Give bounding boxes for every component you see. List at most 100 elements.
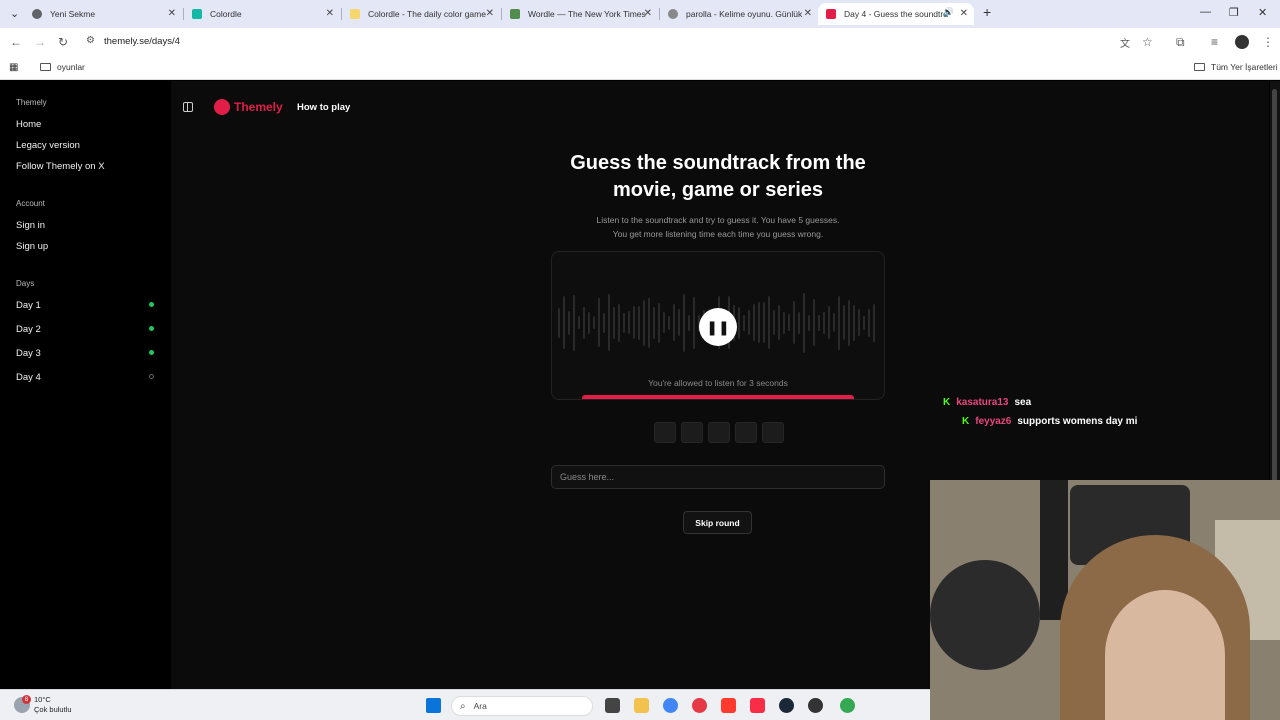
chat-text: sea: [1014, 397, 1032, 408]
new-tab-button[interactable]: +: [983, 4, 991, 20]
close-window-icon[interactable]: ✕: [1258, 6, 1267, 19]
back-arrow-icon[interactable]: ←: [10, 35, 22, 49]
colordle-favicon-icon: [192, 9, 202, 19]
close-tab-icon[interactable]: ✕: [486, 8, 494, 19]
sidebar-item-legacy-version[interactable]: Legacy version: [16, 140, 80, 151]
guess-slot: [681, 422, 703, 443]
colordle-daily-favicon-icon: [350, 9, 360, 19]
guess-slot: [735, 422, 757, 443]
sidebar-item-sign-up[interactable]: Sign up: [16, 241, 48, 252]
how-to-play-link[interactable]: How to play: [297, 102, 350, 113]
waveform-bar: [563, 296, 565, 349]
waveform-bar: [603, 312, 605, 333]
waveform-bar: [598, 298, 600, 347]
bookmark-folder-oyunlar[interactable]: oyunlar: [40, 62, 85, 72]
waveform-bar: [818, 314, 820, 331]
sidebar-item-day-2[interactable]: Day 2: [16, 324, 41, 335]
guess-input[interactable]: [551, 465, 885, 489]
steam-icon[interactable]: [779, 698, 794, 713]
day-complete-dot: [149, 326, 154, 331]
file-explorer-icon[interactable]: [634, 698, 649, 713]
sidebar-item-sign-in[interactable]: Sign in: [16, 220, 45, 231]
themely-logo[interactable]: Themely: [214, 99, 283, 115]
tab-colordle-daily[interactable]: Colordle - The daily color game ✕: [342, 3, 500, 25]
chrome-active-icon[interactable]: [840, 698, 855, 713]
close-tab-icon[interactable]: ✕: [326, 8, 334, 19]
all-bookmarks-button[interactable]: Tüm Yer İşaretleri: [1194, 62, 1278, 72]
waveform-bar: [683, 293, 685, 352]
day-complete-dot: [149, 302, 154, 307]
url-field[interactable]: themely.se/days/4: [104, 36, 180, 47]
profile-avatar[interactable]: [1235, 35, 1249, 49]
waveform-bar: [763, 302, 765, 343]
tab-themely-day-4[interactable]: Day 4 - Guess the soundtra 🔊 ✕: [818, 3, 974, 25]
menu-kebab-icon[interactable]: ⋮: [1262, 35, 1274, 49]
audio-playing-icon[interactable]: 🔊: [943, 7, 954, 18]
waveform-bar: [793, 301, 795, 344]
game-description: Listen to the soundtrack and try to gues…: [560, 214, 876, 241]
cloud-icon: 8: [14, 695, 31, 713]
sidebar-item-home[interactable]: Home: [16, 119, 41, 130]
sidebar-item-day-1[interactable]: Day 1: [16, 300, 41, 311]
day-complete-dot: [149, 350, 154, 355]
weather-widget[interactable]: 8 10°C Çok bulutlu: [14, 695, 72, 715]
sidebar-item-day-3[interactable]: Day 3: [16, 348, 41, 359]
tab-yeni-sekme[interactable]: Yeni Sekme ✕: [24, 3, 182, 25]
task-view-icon[interactable]: [605, 698, 620, 713]
waveform-bar: [843, 305, 845, 340]
translate-icon[interactable]: 文: [1120, 35, 1130, 50]
forward-arrow-icon[interactable]: →: [34, 35, 46, 49]
close-tab-icon[interactable]: ✕: [644, 8, 652, 19]
extensions-icon[interactable]: ⧉: [1176, 35, 1185, 50]
waveform-bar: [873, 303, 875, 342]
waveform-bar: [668, 315, 670, 330]
restore-window-icon[interactable]: ❐: [1229, 6, 1239, 19]
close-tab-icon[interactable]: ✕: [168, 8, 176, 19]
apps-grid-icon[interactable]: ▦: [9, 62, 18, 73]
waveform-bar: [813, 299, 815, 346]
tab-media-icon[interactable]: ≡: [1211, 35, 1218, 49]
guess-slot: [708, 422, 730, 443]
bookmark-label: Tüm Yer İşaretleri: [1211, 62, 1278, 72]
skip-round-button[interactable]: Skip round: [683, 511, 752, 534]
close-tab-icon[interactable]: ✕: [804, 8, 812, 19]
tab-parolla[interactable]: parolla - Kelime oyunu. Günlük ✕: [660, 3, 818, 25]
webcam-door: [1040, 480, 1068, 620]
close-tab-icon[interactable]: ✕: [960, 8, 968, 19]
bookmark-star-icon[interactable]: ☆: [1142, 35, 1153, 49]
taskbar-search[interactable]: ⌕ Ara: [451, 696, 593, 716]
reload-icon[interactable]: ↻: [58, 35, 68, 49]
waveform-bar: [773, 310, 775, 335]
waveform-bar: [868, 308, 870, 337]
waveform-bar: [608, 294, 610, 351]
sidebar-item-follow-on-x[interactable]: Follow Themely on X: [16, 161, 105, 172]
app-red-icon[interactable]: [692, 698, 707, 713]
minimize-window-icon[interactable]: —: [1200, 6, 1211, 18]
waveform-bar: [768, 296, 770, 349]
waveform-bar: [798, 311, 800, 334]
tab-title: Colordle - The daily color game: [368, 9, 486, 19]
waveform-bar: [853, 304, 855, 341]
waveform-bar: [808, 314, 810, 331]
chrome-icon[interactable]: [663, 698, 678, 713]
tab-search-chevron-icon[interactable]: ⌄: [10, 7, 19, 20]
sidebar-toggle-icon[interactable]: [183, 102, 193, 112]
waveform-bar: [858, 309, 860, 336]
sidebar-item-day-4[interactable]: Day 4: [16, 372, 41, 383]
obs-icon[interactable]: [808, 698, 823, 713]
guess-slot: [654, 422, 676, 443]
pause-button[interactable]: ❚❚: [699, 308, 737, 346]
flash-app-icon[interactable]: [721, 698, 736, 713]
tab-wordle[interactable]: Wordle — The New York Times ✕: [502, 3, 658, 25]
waveform-bar: [643, 299, 645, 346]
chrome-favicon-icon: [32, 9, 42, 19]
music-app-icon[interactable]: [750, 698, 765, 713]
search-label: Ara: [473, 701, 487, 711]
site-info-icon[interactable]: ⚙: [86, 35, 95, 46]
windows-start-icon[interactable]: [426, 698, 441, 713]
weather-temp: 10°C: [34, 695, 51, 704]
tab-colordle[interactable]: Colordle ✕: [184, 3, 340, 25]
waveform-bar: [803, 292, 805, 353]
description-line: You get more listening time each time yo…: [612, 228, 824, 239]
sidebar-section-days: Days: [16, 279, 35, 288]
